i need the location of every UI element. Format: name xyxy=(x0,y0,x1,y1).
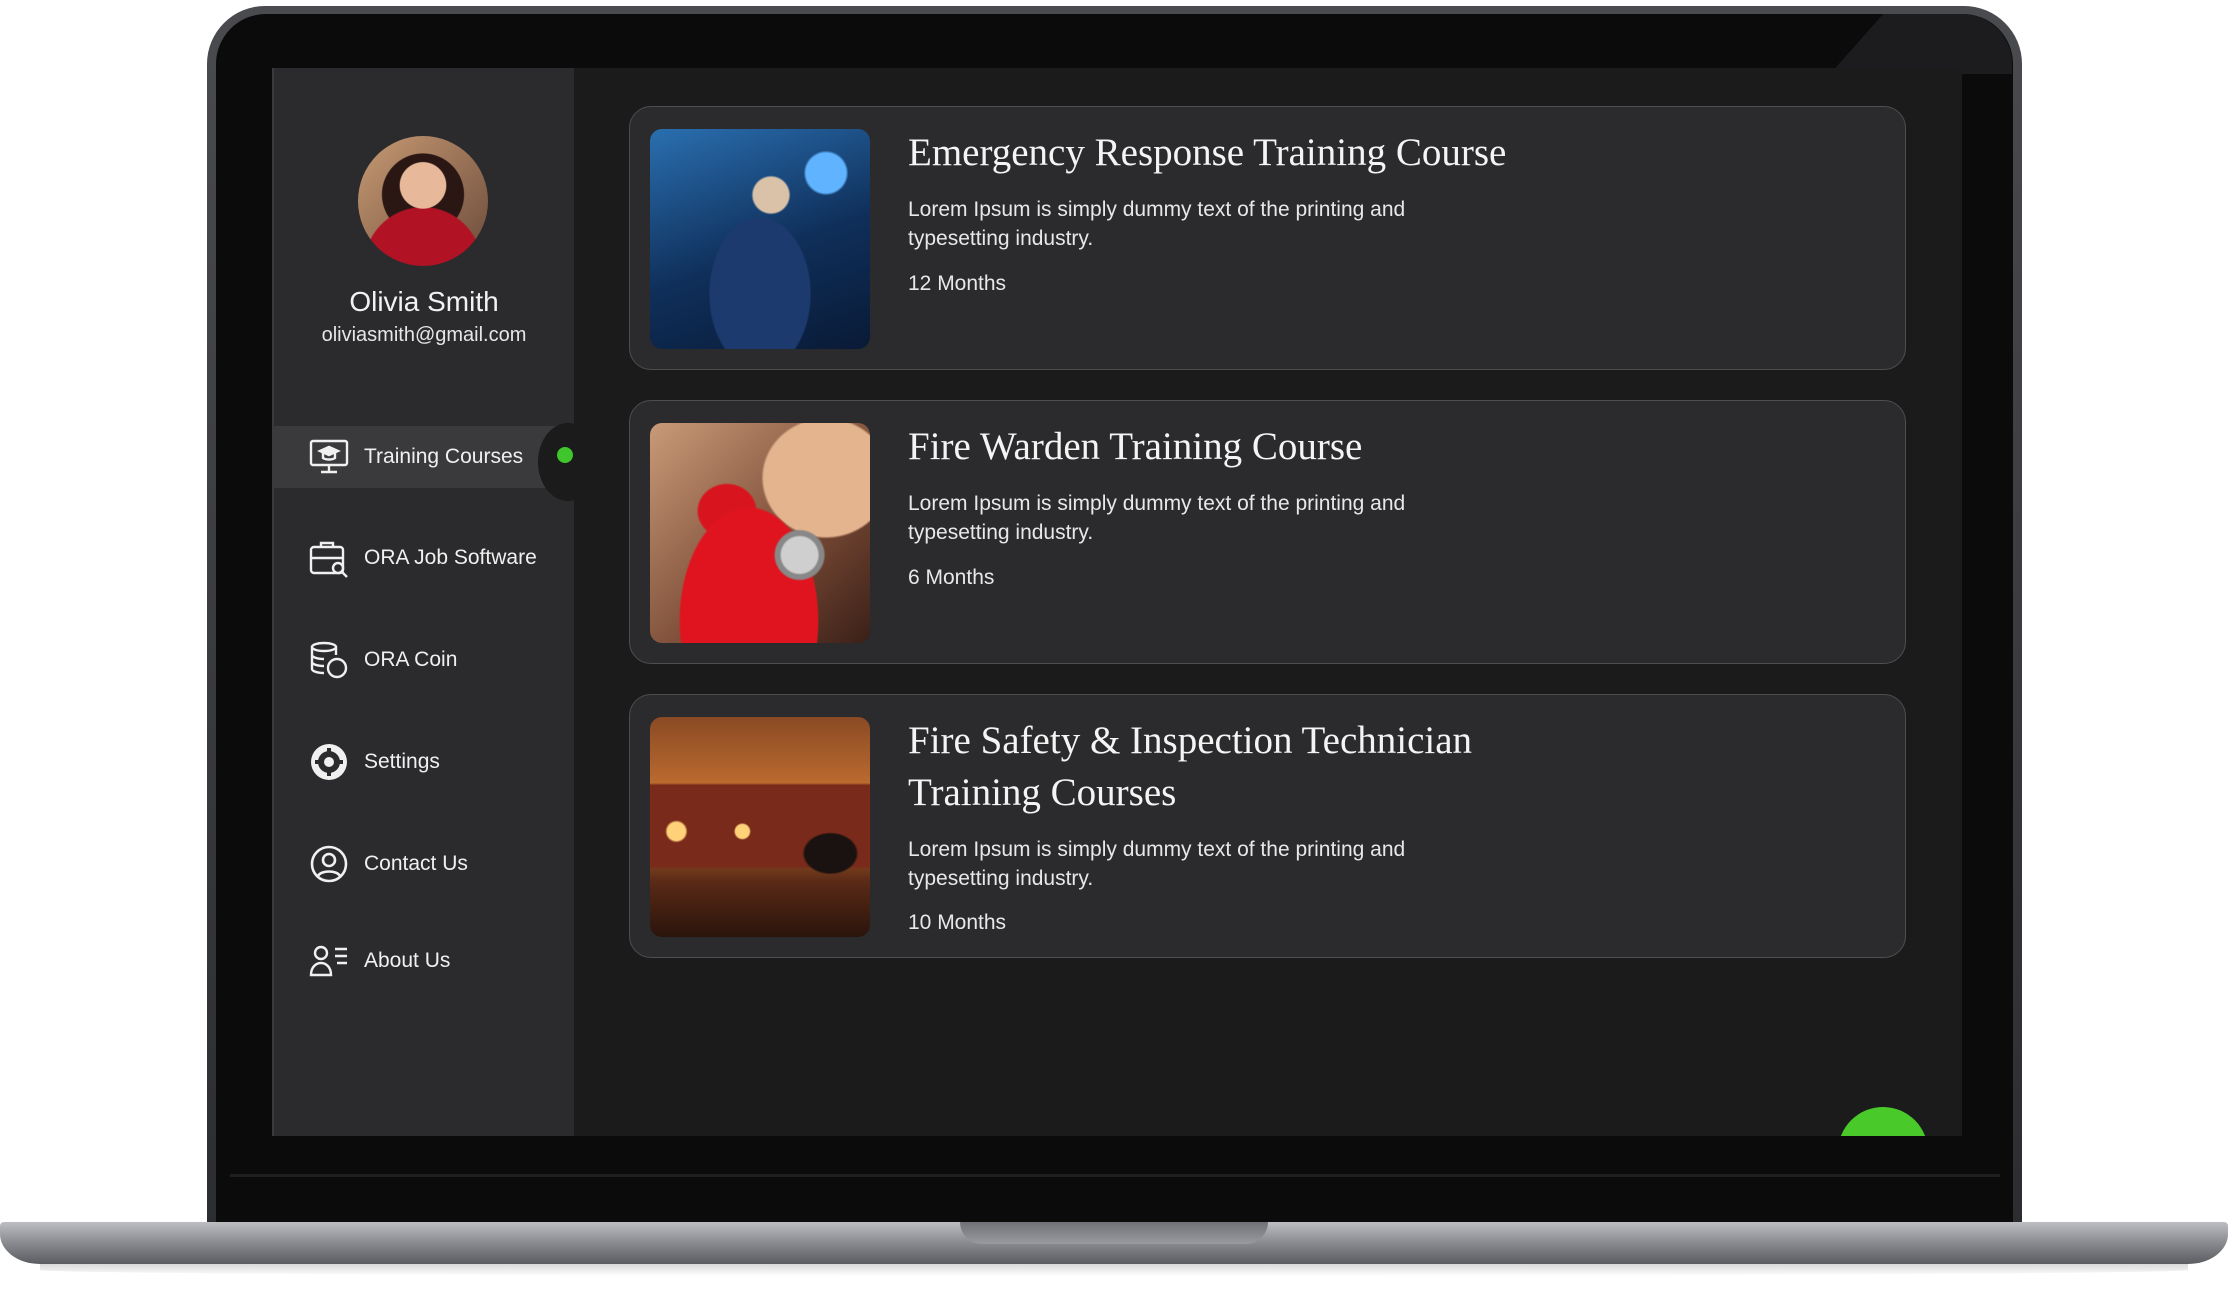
app-screen: Olivia Smith oliviasmith@gmail.com Train… xyxy=(272,68,1962,1136)
user-name: Olivia Smith xyxy=(349,286,499,317)
course-card[interactable]: Fire Safety & Inspection Technician Trai… xyxy=(629,694,1906,958)
sidebar-item-settings[interactable]: Settings xyxy=(274,731,574,793)
sidebar-item-ora-coin[interactable]: ORA Coin xyxy=(274,629,574,691)
sidebar: Olivia Smith oliviasmith@gmail.com Train… xyxy=(272,68,574,1136)
course-title: Emergency Response Training Course xyxy=(908,131,1507,174)
course-title: Fire Warden Training Course xyxy=(908,425,1363,468)
course-duration: 10 Months xyxy=(908,911,1007,934)
course-description: Lorem Ipsum is simply dummy text of the … xyxy=(908,198,1406,250)
settings-icon xyxy=(308,741,350,783)
coin-icon xyxy=(308,639,350,681)
laptop-chin-line xyxy=(230,1174,2000,1177)
sidebar-item-training-courses[interactable]: Training Courses xyxy=(274,426,574,488)
course-description: Lorem Ipsum is simply dummy text of the … xyxy=(908,492,1406,544)
sidebar-item-contact-us[interactable]: Contact Us xyxy=(274,833,574,895)
laptop-notch xyxy=(960,1222,1268,1244)
avatar[interactable] xyxy=(358,136,488,266)
active-indicator-dot xyxy=(557,447,573,463)
emergency-response-image xyxy=(650,129,870,349)
course-title: Fire Safety & Inspection Technician Trai… xyxy=(908,719,1473,814)
user-email: oliviasmith@gmail.com xyxy=(321,324,527,346)
sidebar-item-label: Settings xyxy=(364,750,440,773)
laptop-shadow xyxy=(40,1264,2188,1276)
course-card[interactable]: Fire Warden Training Course Lorem Ipsum … xyxy=(629,400,1906,664)
sidebar-item-about-us[interactable]: About Us xyxy=(274,930,574,992)
sidebar-item-ora-job-software[interactable]: ORA Job Software xyxy=(274,527,574,589)
course-card[interactable]: Emergency Response Training Course Lorem… xyxy=(629,106,1906,370)
sidebar-item-label: ORA Coin xyxy=(364,648,458,671)
course-description: Lorem Ipsum is simply dummy text of the … xyxy=(908,838,1406,890)
sidebar-item-label: Contact Us xyxy=(364,852,468,875)
course-duration: 12 Months xyxy=(908,272,1007,295)
contact-icon xyxy=(308,843,350,885)
sidebar-item-label: About Us xyxy=(364,949,451,972)
sidebar-item-label: ORA Job Software xyxy=(364,546,537,569)
laptop-chin xyxy=(216,1136,2013,1231)
fire-truck-image xyxy=(650,717,870,937)
floating-action-button[interactable] xyxy=(1838,1107,1928,1136)
sidebar-item-label: Training Courses xyxy=(364,445,524,468)
course-duration: 6 Months xyxy=(908,566,995,589)
training-courses-icon xyxy=(308,436,350,478)
job-software-icon xyxy=(308,537,350,579)
fire-extinguisher-image xyxy=(650,423,870,643)
about-icon xyxy=(308,940,350,982)
